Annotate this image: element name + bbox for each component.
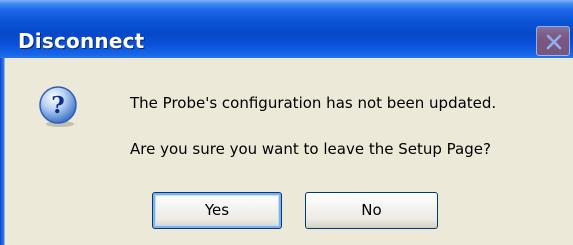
title-bar[interactable]: Disconnect: [0, 0, 573, 58]
svg-text:?: ?: [51, 92, 64, 119]
window-title: Disconnect: [18, 29, 145, 53]
window-left-border: [0, 58, 5, 245]
close-button[interactable]: [536, 26, 570, 56]
disconnect-dialog: Disconnect ? The Probe's configuration h…: [0, 0, 573, 245]
message-line-1: The Probe's configuration has not been u…: [130, 94, 497, 112]
no-button[interactable]: No: [305, 192, 438, 229]
close-icon: [546, 34, 562, 50]
message-line-2: Are you sure you want to leave the Setup…: [130, 140, 491, 158]
yes-button[interactable]: Yes: [152, 192, 282, 229]
question-icon: ?: [39, 86, 77, 127]
